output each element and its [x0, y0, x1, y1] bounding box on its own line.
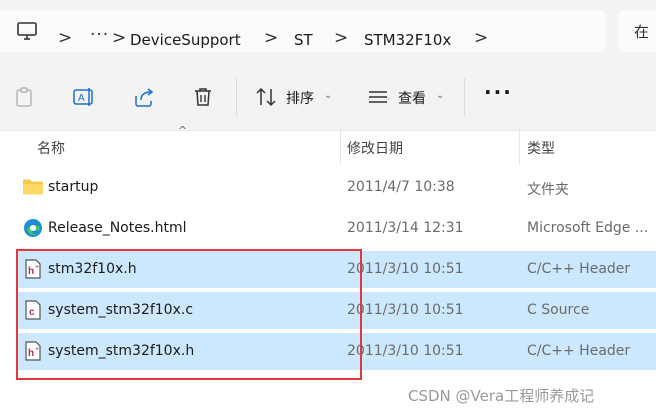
- chevron-right-icon[interactable]: >: [264, 28, 278, 48]
- file-date: 2011/3/10 10:51: [347, 261, 464, 277]
- file-row-startup[interactable]: startup 2011/4/7 10:38 文件夹: [16, 169, 656, 206]
- chevron-right-icon[interactable]: >: [474, 28, 488, 48]
- file-type: Microsoft Edge ...: [527, 220, 649, 236]
- breadcrumb-item-st[interactable]: ST: [294, 31, 313, 49]
- column-header-type[interactable]: 类型: [527, 138, 555, 158]
- folder-icon: [23, 179, 43, 195]
- edge-html-icon: [24, 219, 42, 237]
- column-header-name[interactable]: 名称: [37, 138, 65, 158]
- sort-icon[interactable]: [254, 85, 278, 109]
- toolbar-divider: [464, 78, 465, 116]
- chevron-down-icon[interactable]: ⌄: [436, 90, 444, 101]
- file-type: C/C++ Header: [527, 261, 631, 277]
- file-row-system-stm32f10x-h[interactable]: h + system_stm32f10x.h 2011/3/10 10:51 C…: [16, 333, 656, 370]
- chevron-right-icon[interactable]: >: [112, 28, 126, 48]
- search-placeholder: 在: [634, 23, 650, 41]
- breadcrumb-item-devicesupport[interactable]: DeviceSupport: [130, 31, 241, 49]
- share-icon[interactable]: [132, 85, 156, 109]
- svg-text:+: +: [35, 346, 39, 353]
- svg-text:A: A: [78, 93, 85, 104]
- file-row-system-stm32f10x-c[interactable]: c system_stm32f10x.c 2011/3/10 10:51 C S…: [16, 292, 656, 329]
- address-bar[interactable]: > ··· > DeviceSupport > ST > STM32F10x >: [0, 10, 606, 52]
- svg-text:+: +: [35, 264, 39, 271]
- breadcrumb-overflow[interactable]: ···: [90, 25, 109, 45]
- file-name: startup: [48, 179, 99, 195]
- file-date: 2011/3/14 12:31: [347, 220, 464, 236]
- command-bar: A 排序 ⌄ 查看 ⌄ ···: [0, 64, 656, 131]
- file-date: 2011/3/10 10:51: [347, 302, 464, 318]
- search-input[interactable]: 在: [618, 10, 656, 52]
- c-source-file-icon: c: [25, 300, 41, 320]
- chevron-down-icon[interactable]: ⌄: [324, 90, 332, 101]
- file-row-stm32f10x-h[interactable]: h + stm32f10x.h 2011/3/10 10:51 C/C++ He…: [16, 251, 656, 288]
- view-icon[interactable]: [366, 85, 390, 109]
- file-name: Release_Notes.html: [48, 220, 187, 236]
- file-date: 2011/4/7 10:38: [347, 179, 455, 195]
- header-file-icon: h +: [25, 259, 41, 279]
- toolbar-divider: [236, 78, 237, 116]
- file-name: stm32f10x.h: [48, 261, 137, 277]
- this-pc-icon[interactable]: [16, 20, 38, 42]
- file-type: C/C++ Header: [527, 343, 631, 359]
- delete-icon[interactable]: [191, 85, 215, 109]
- file-row-release-notes[interactable]: Release_Notes.html 2011/3/14 12:31 Micro…: [16, 210, 656, 247]
- breadcrumb-item-stm32f10x[interactable]: STM32F10x: [364, 31, 451, 49]
- address-region: > ··· > DeviceSupport > ST > STM32F10x >…: [0, 0, 656, 64]
- paste-icon[interactable]: [12, 85, 36, 109]
- sort-button-label[interactable]: 排序: [286, 88, 314, 108]
- watermark: CSDN @Vera工程师养成记: [408, 387, 595, 405]
- chevron-right-icon[interactable]: >: [58, 28, 72, 48]
- file-date: 2011/3/10 10:51: [347, 343, 464, 359]
- svg-text:c: c: [29, 307, 35, 318]
- column-header-date[interactable]: 修改日期: [347, 138, 403, 158]
- chevron-right-icon[interactable]: >: [334, 28, 348, 48]
- column-divider[interactable]: [340, 128, 341, 164]
- file-name: system_stm32f10x.c: [48, 302, 194, 318]
- file-type: 文件夹: [527, 182, 569, 198]
- svg-text:h: h: [28, 348, 34, 359]
- header-file-icon: h +: [25, 341, 41, 361]
- svg-text:h: h: [28, 266, 34, 277]
- column-divider[interactable]: [519, 128, 520, 164]
- file-name: system_stm32f10x.h: [48, 343, 195, 359]
- more-options-button[interactable]: ···: [484, 80, 513, 104]
- file-type: C Source: [527, 302, 590, 318]
- view-button-label[interactable]: 查看: [398, 88, 426, 108]
- sort-indicator-icon: ^: [178, 124, 188, 137]
- rename-icon[interactable]: A: [72, 85, 96, 109]
